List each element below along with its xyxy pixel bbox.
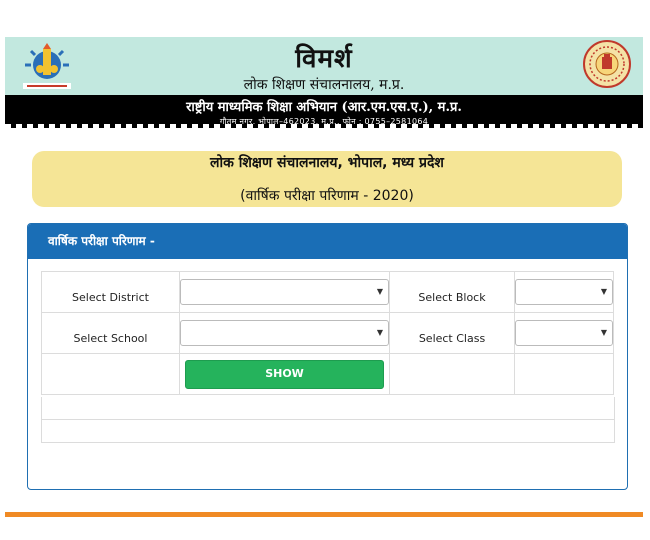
empty-cell bbox=[514, 353, 614, 395]
class-label-cell: Select Class bbox=[389, 312, 515, 354]
page-title-box: लोक शिक्षण संचालनालय, भोपाल, मध्य प्रदेश… bbox=[32, 151, 622, 207]
page-subtitle: (वार्षिक परीक्षा परिणाम - 2020) bbox=[240, 188, 414, 204]
class-field-cell: ▼ bbox=[514, 312, 614, 354]
block-label: Select Block bbox=[418, 290, 486, 304]
form-row: SHOW bbox=[41, 353, 614, 395]
district-label: Select District bbox=[72, 290, 149, 304]
school-select[interactable]: ▼ bbox=[180, 320, 389, 346]
result-row bbox=[41, 397, 615, 420]
show-button-cell: SHOW bbox=[179, 353, 390, 395]
chevron-down-icon: ▼ bbox=[376, 328, 383, 337]
class-label: Select Class bbox=[418, 331, 486, 345]
show-button[interactable]: SHOW bbox=[185, 359, 384, 389]
banner-divider bbox=[5, 124, 643, 128]
panel-heading: वार्षिक परीक्षा परिणाम - bbox=[28, 224, 627, 259]
header-banner: विमर्श लोक शिक्षण संचालनालय, म.प्र. राष्… bbox=[5, 37, 643, 128]
page-title: लोक शिक्षण संचालनालय, भोपाल, मध्य प्रदेश bbox=[210, 155, 444, 171]
chevron-down-icon: ▼ bbox=[600, 287, 607, 296]
class-select[interactable]: ▼ bbox=[515, 320, 613, 346]
block-field-cell: ▼ bbox=[514, 271, 614, 313]
school-field-cell: ▼ bbox=[179, 312, 390, 354]
empty-cell bbox=[41, 353, 180, 395]
district-select[interactable]: ▼ bbox=[180, 279, 389, 305]
results-panel: वार्षिक परीक्षा परिणाम - Select District… bbox=[27, 223, 628, 490]
chevron-down-icon: ▼ bbox=[376, 287, 383, 296]
form-row: Select District ▼ Select Block ▼ bbox=[41, 271, 614, 313]
banner-title: विमर्श bbox=[295, 44, 353, 74]
banner-subtitle: लोक शिक्षण संचालनालय, म.प्र. bbox=[243, 77, 405, 93]
school-label: Select School bbox=[73, 331, 148, 345]
form-row: Select School ▼ Select Class ▼ bbox=[41, 312, 614, 354]
result-row bbox=[41, 420, 615, 443]
chevron-down-icon: ▼ bbox=[600, 328, 607, 337]
block-select[interactable]: ▼ bbox=[515, 279, 613, 305]
empty-cell bbox=[389, 353, 515, 395]
block-label-cell: Select Block bbox=[389, 271, 515, 313]
program-name: राष्ट्रीय माध्यमिक शिक्षा अभियान (आर.एम.… bbox=[186, 100, 462, 115]
selection-form: Select District ▼ Select Block ▼ Select bbox=[41, 271, 614, 395]
district-label-cell: Select District bbox=[41, 271, 180, 313]
footer-bar bbox=[5, 512, 643, 517]
school-label-cell: Select School bbox=[41, 312, 180, 354]
district-field-cell: ▼ bbox=[179, 271, 390, 313]
